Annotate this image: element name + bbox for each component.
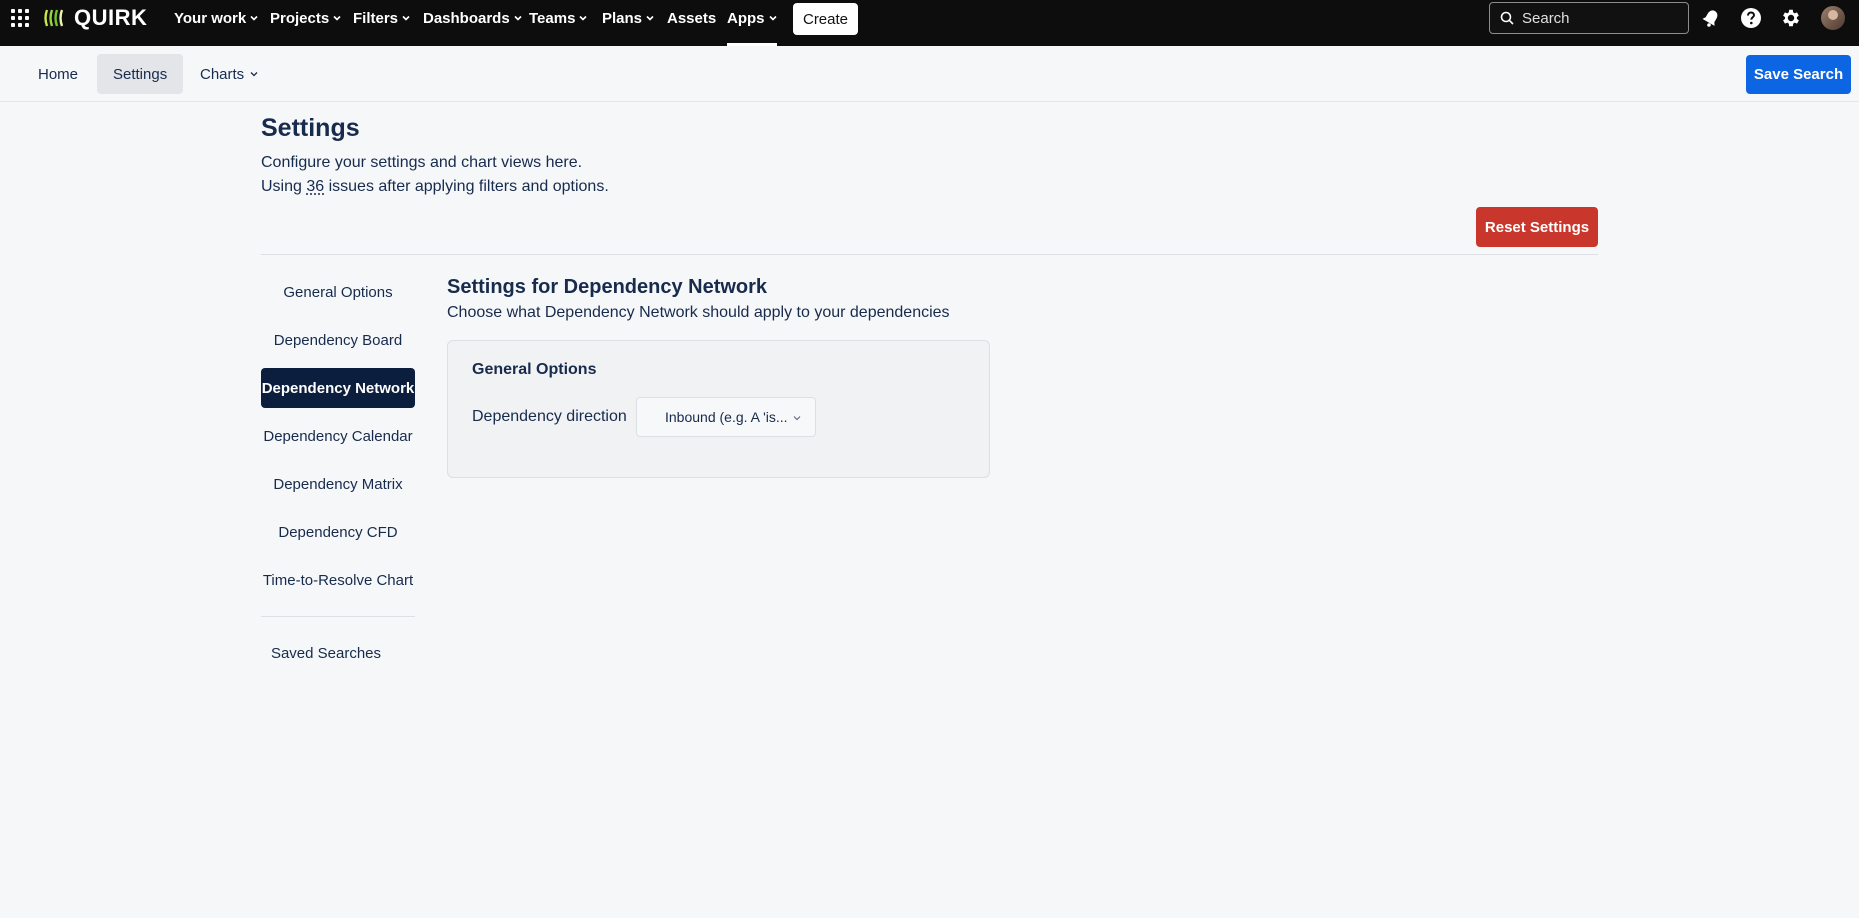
search-icon (1500, 11, 1514, 25)
menu-saved-searches[interactable]: Saved Searches (261, 633, 391, 673)
page-title: Settings (261, 114, 360, 142)
content-title: Settings for Dependency Network (447, 276, 768, 298)
content-description: Choose what Dependency Network should ap… (447, 304, 950, 321)
save-search-button[interactable]: Save Search (1746, 55, 1851, 94)
app-switcher-icon[interactable] (11, 9, 29, 27)
divider (261, 254, 1598, 255)
menu-dependency-network[interactable]: Dependency Network (261, 368, 415, 408)
nav-projects[interactable]: Projects (270, 0, 341, 36)
select-value: Inbound (e.g. A 'is... (665, 409, 788, 425)
menu-divider (261, 616, 415, 617)
nav-apps[interactable]: Apps (727, 0, 777, 46)
nav-teams[interactable]: Teams (529, 0, 587, 36)
tab-settings[interactable]: Settings (97, 54, 184, 94)
issue-count[interactable]: 36 (306, 178, 324, 195)
reset-settings-button[interactable]: Reset Settings (1476, 207, 1598, 247)
top-navigation: QUIRK Your work Projects Filters Dashboa… (0, 0, 1859, 46)
chevron-down-icon (250, 72, 258, 77)
sub-navigation: Home Settings Charts Save Search (0, 46, 1859, 102)
tab-label: Charts (200, 65, 245, 83)
chevron-down-icon (514, 15, 522, 21)
nav-your-work[interactable]: Your work (174, 0, 258, 36)
tab-label: Home (38, 65, 79, 83)
settings-gear-icon[interactable] (1780, 7, 1802, 29)
user-avatar[interactable] (1821, 6, 1845, 30)
nav-label: Your work (174, 9, 247, 27)
chevron-down-icon (646, 15, 654, 21)
menu-dependency-board[interactable]: Dependency Board (261, 320, 415, 360)
search-box[interactable] (1489, 2, 1689, 34)
search-input[interactable] (1522, 9, 1682, 27)
chevron-down-icon (768, 15, 777, 21)
logo[interactable]: QUIRK (44, 5, 148, 30)
menu-time-to-resolve-chart[interactable]: Time-to-Resolve Chart (261, 560, 415, 600)
issue-count-description: Using 36 issues after applying filters a… (261, 178, 609, 196)
chevron-down-icon (793, 416, 801, 421)
menu-dependency-calendar[interactable]: Dependency Calendar (261, 416, 415, 456)
menu-dependency-matrix[interactable]: Dependency Matrix (261, 464, 415, 504)
desc-prefix: Using (261, 178, 307, 195)
notifications-bell-icon[interactable] (1700, 7, 1722, 29)
logo-mark-icon (44, 9, 64, 27)
tab-charts[interactable]: Charts (184, 54, 274, 94)
tab-home[interactable]: Home (22, 54, 94, 94)
nav-label: Dashboards (423, 9, 510, 27)
nav-filters[interactable]: Filters (353, 0, 410, 36)
nav-assets[interactable]: Assets (667, 0, 716, 36)
nav-label: Teams (529, 9, 576, 27)
chevron-down-icon (333, 15, 341, 21)
nav-label: Projects (270, 9, 330, 27)
chevron-down-icon (579, 15, 587, 21)
nav-label: Assets (667, 9, 717, 27)
nav-label: Apps (727, 9, 765, 27)
nav-plans[interactable]: Plans (602, 0, 654, 36)
dependency-direction-label: Dependency direction (472, 408, 627, 425)
nav-dashboards[interactable]: Dashboards (423, 0, 522, 36)
page-description: Configure your settings and chart views … (261, 154, 583, 171)
card-title: General Options (472, 361, 597, 378)
general-options-card: General Options Dependency direction Inb… (447, 340, 990, 478)
chevron-down-icon (402, 15, 410, 21)
create-button[interactable]: Create (793, 3, 858, 35)
chevron-down-icon (250, 15, 258, 21)
nav-label: Filters (353, 9, 399, 27)
dependency-direction-select[interactable]: Inbound (e.g. A 'is... (636, 397, 816, 437)
logo-text: QUIRK (74, 5, 148, 30)
help-icon[interactable] (1740, 7, 1762, 29)
menu-dependency-cfd[interactable]: Dependency CFD (261, 512, 415, 552)
menu-general-options[interactable]: General Options (261, 272, 415, 312)
nav-label: Plans (602, 9, 643, 27)
desc-suffix: issues after applying filters and option… (324, 178, 609, 195)
tab-label: Settings (113, 65, 168, 83)
